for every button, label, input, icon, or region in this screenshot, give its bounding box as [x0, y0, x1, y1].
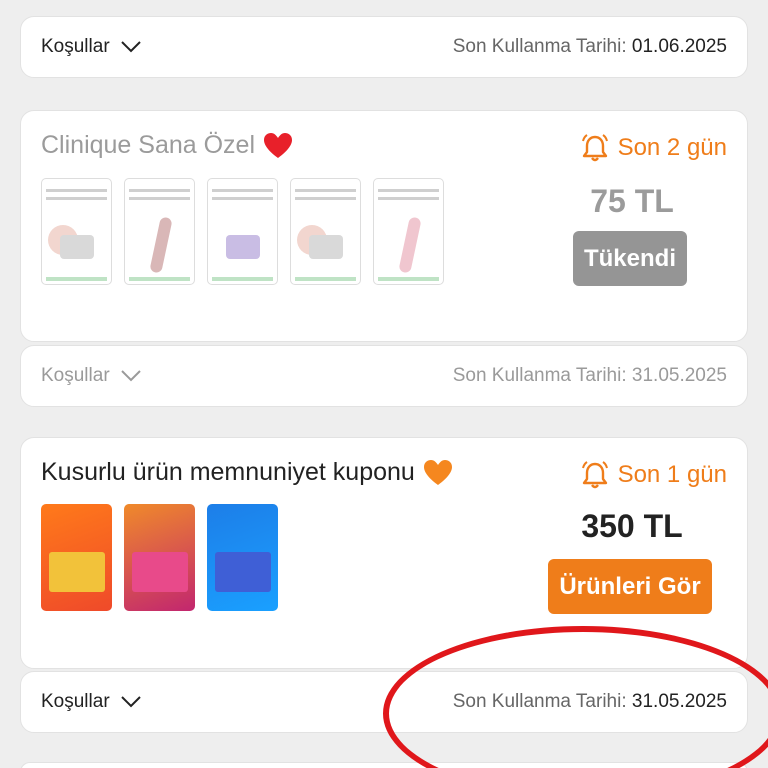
- expiry-date: 01.06.2025: [631, 36, 727, 57]
- gift-box-thumbnail[interactable]: [124, 504, 195, 611]
- bell-icon: [581, 461, 608, 489]
- red-heart-icon: [264, 132, 293, 158]
- terms-label: Koşullar: [41, 36, 110, 57]
- terms-toggle[interactable]: Koşullar: [41, 691, 142, 713]
- terms-label: Koşullar: [41, 365, 110, 386]
- coupon-title: Clinique Sana Özel: [41, 131, 293, 160]
- product-thumbnail[interactable]: [41, 178, 112, 285]
- terms-toggle[interactable]: Koşullar: [41, 365, 142, 387]
- chevron-down-icon: [120, 41, 141, 53]
- gift-box-thumbnail[interactable]: [41, 504, 112, 611]
- coupon-amount: 75 TL: [590, 183, 674, 219]
- product-thumbnail[interactable]: [207, 178, 278, 285]
- expiry-date: 31.05.2025: [631, 365, 727, 386]
- countdown: Son 2 gün: [580, 133, 727, 163]
- terms-toggle[interactable]: Koşullar: [41, 36, 142, 58]
- product-thumbnail[interactable]: [124, 178, 195, 285]
- bell-icon: [581, 134, 608, 162]
- terms-row-top: Koşullar Son Kullanma Tarihi: 01.06.2025: [20, 16, 748, 78]
- chevron-down-icon: [120, 370, 141, 382]
- chevron-down-icon: [120, 696, 141, 708]
- expiry-text: Son Kullanma Tarihi: 01.06.2025: [452, 36, 727, 57]
- expiry-text: Son Kullanma Tarihi: 31.05.2025: [452, 691, 727, 712]
- gift-box-thumbnail[interactable]: [207, 504, 278, 611]
- terms-row-clinique: Koşullar Son Kullanma Tarihi: 31.05.2025: [20, 345, 748, 407]
- view-products-button[interactable]: Ürünleri Gör: [548, 559, 712, 614]
- coupon-card-clinique: Clinique Sana Özel Son 2 gün 75 TL Tüken…: [20, 110, 748, 342]
- coupon-card-defective: Kusurlu ürün memnuniyet kuponu Son 1 gün…: [20, 437, 748, 669]
- terms-label: Koşullar: [41, 691, 110, 712]
- next-card-edge: [20, 762, 748, 768]
- product-thumbnail[interactable]: [373, 178, 444, 285]
- coupon-title: Kusurlu ürün memnuniyet kuponu: [41, 458, 453, 487]
- product-thumbnails: [41, 178, 444, 285]
- product-thumbnail[interactable]: [290, 178, 361, 285]
- countdown: Son 1 gün: [580, 460, 727, 490]
- orange-heart-icon: [423, 459, 452, 485]
- sold-out-button[interactable]: Tükendi: [573, 231, 687, 286]
- expiry-text: Son Kullanma Tarihi: 31.05.2025: [452, 365, 727, 386]
- coupon-amount: 350 TL: [581, 508, 683, 544]
- expiry-date: 31.05.2025: [631, 691, 727, 712]
- product-thumbnails: [41, 504, 278, 611]
- terms-row-defective: Koşullar Son Kullanma Tarihi: 31.05.2025: [20, 671, 748, 733]
